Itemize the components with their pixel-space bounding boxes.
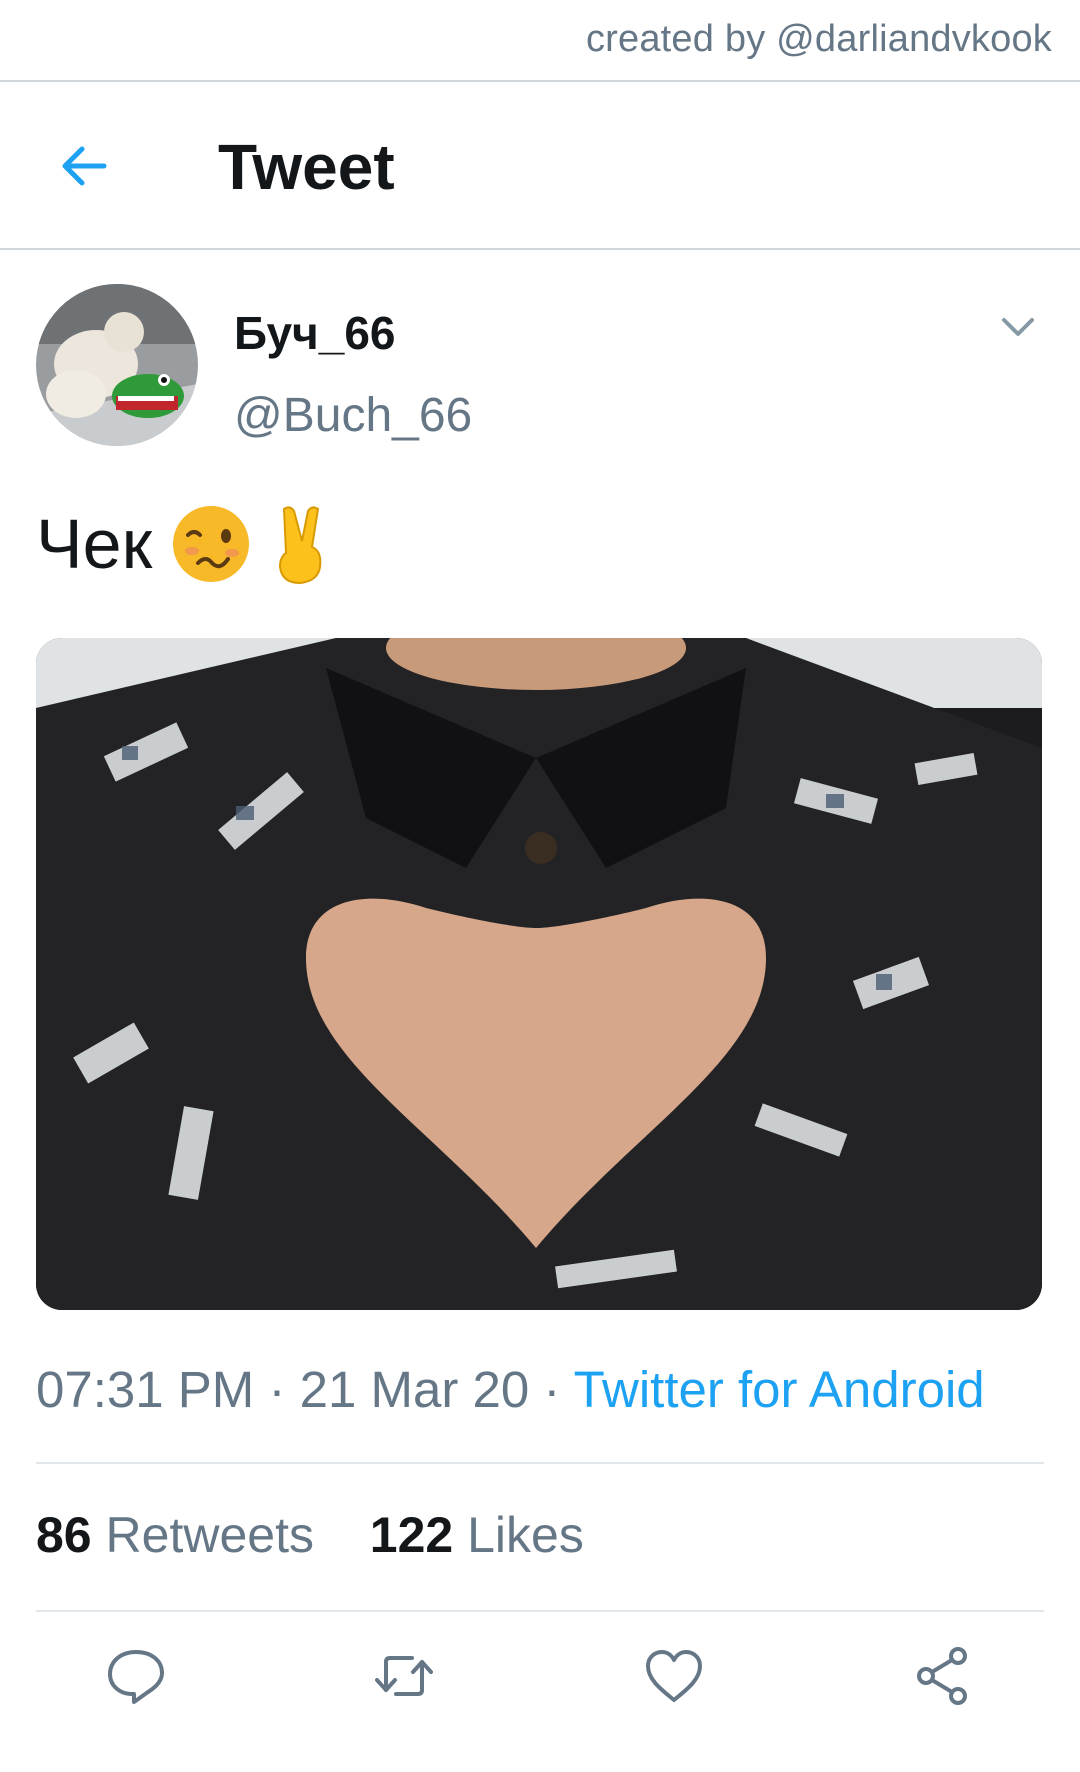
avatar[interactable] (36, 284, 198, 446)
page-title: Tweet (218, 131, 395, 203)
heart-icon (646, 1650, 702, 1702)
likes-count: 122 (369, 1507, 454, 1563)
reply-button[interactable] (104, 1644, 168, 1708)
chevron-down-icon (1002, 318, 1034, 336)
tweet-timestamp: 07:31 PM · 21 Mar 20 · Twitter for Andro… (36, 1360, 985, 1419)
likes-label: Likes (467, 1507, 584, 1563)
share-icon (917, 1647, 967, 1705)
user-handle[interactable]: @Buch_66 (234, 388, 472, 443)
back-button[interactable] (54, 136, 114, 196)
retweets-stat[interactable]: 86 Retweets (36, 1506, 314, 1564)
header-bar: Tweet (0, 82, 1080, 248)
share-button[interactable] (912, 1644, 976, 1708)
victory-hand-icon (270, 503, 352, 585)
likes-stat[interactable]: 122 Likes (370, 1506, 584, 1564)
reply-icon (108, 1650, 164, 1704)
retweet-button[interactable] (372, 1644, 436, 1708)
stats-top-divider (36, 1462, 1044, 1464)
arrow-left-icon (62, 146, 107, 186)
actions-divider (36, 1610, 1044, 1612)
like-button[interactable] (642, 1644, 706, 1708)
tweet-text: Чек (36, 496, 352, 592)
retweet-icon (375, 1656, 433, 1696)
more-options-button[interactable] (996, 310, 1040, 346)
header-divider (0, 248, 1080, 250)
retweets-count: 86 (36, 1507, 92, 1563)
tweet-actions-bar (0, 1644, 1080, 1716)
tweet-stats: 86 Retweets 122 Likes (36, 1506, 584, 1564)
watermark-credit: created by @darliandvkook (585, 18, 1052, 60)
tweet-time: 07:31 PM (36, 1361, 255, 1418)
woozy-face-icon (170, 503, 252, 585)
tweet-date: 21 Mar 20 (299, 1361, 530, 1418)
tweet-body: Чек (36, 505, 153, 583)
retweets-label: Retweets (105, 1507, 314, 1563)
meta-separator: · (268, 1361, 286, 1418)
display-name[interactable]: Буч_66 (234, 306, 396, 360)
tweet-media-photo[interactable] (36, 638, 1042, 1310)
tweet-source-link[interactable]: Twitter for Android (574, 1361, 985, 1418)
meta-separator: · (543, 1361, 561, 1418)
